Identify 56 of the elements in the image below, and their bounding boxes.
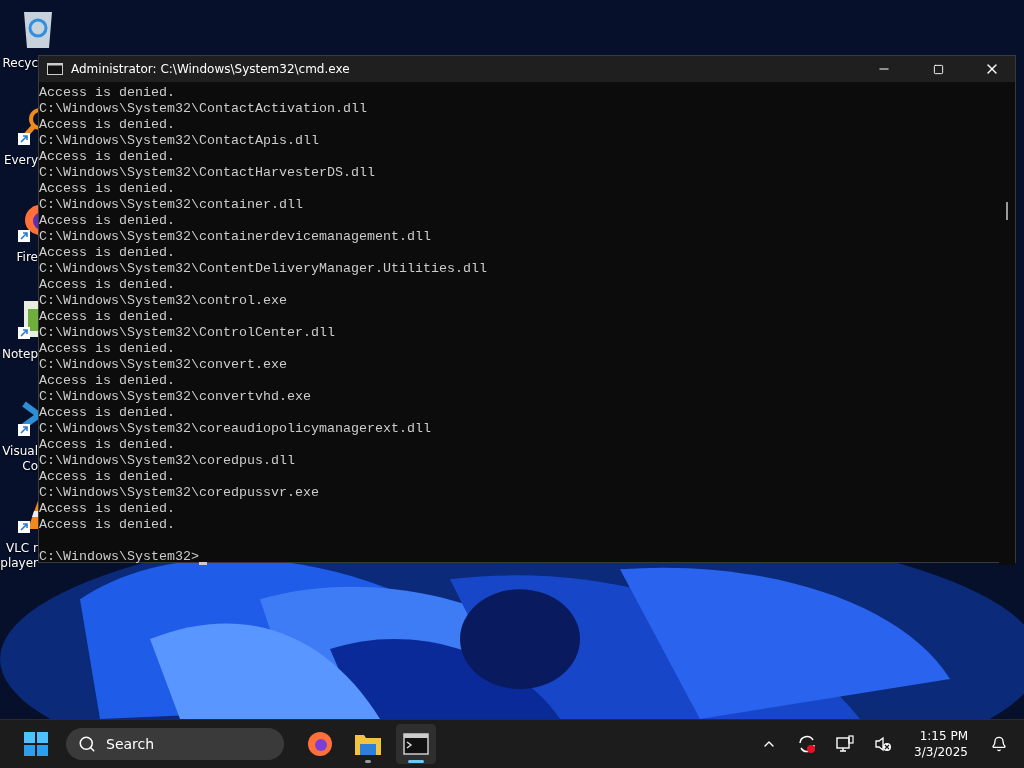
maximize-icon [932,63,944,75]
folder-icon [354,732,382,756]
clock-time: 1:15 PM [919,728,968,744]
console-line: Access is denied. [39,373,176,389]
console-line: Access is denied. [39,245,176,261]
console-line: Access is denied. [39,469,176,485]
console-line: C:\Windows\System32\containerdevicemanagement.dll [39,229,432,245]
console-line: C:\Windows\System32\convert.exe [39,357,288,373]
console-line: Access is denied. [39,277,176,293]
console-line: C:\Windows\System32\ContactApis.dll [39,133,320,149]
console-line: C:\Windows\System32\ControlCenter.dll [39,325,336,341]
console-line: Access is denied. [39,85,176,101]
command-prompt: C:\Windows\System32> [39,549,199,565]
console-line: C:\Windows\System32\coreaudiopolicymanagerext.dll [39,421,432,437]
search-icon [78,735,96,753]
console-line: C:\Windows\System32\ContactHarvesterDS.dll [39,165,376,181]
console-line: Access is denied. [39,149,176,165]
desktop-icon-label: Recyc [1,56,38,71]
console-line: C:\Windows\System32\convertvhd.exe [39,389,312,405]
console-line: Access is denied. [39,405,176,421]
console-line: Access is denied. [39,437,176,453]
console-line: C:\Windows\System32\control.exe [39,293,288,309]
fox-globe-icon [307,731,333,757]
text-cursor [198,562,207,565]
desktop-icon-label: Fire [15,250,38,265]
desktop-icon-label: VLC r [4,541,38,556]
clock-date: 3/3/2025 [914,744,968,760]
console-app-icon [47,63,63,75]
desktop-icon-label: Visual [1,444,38,459]
taskbar-app-button[interactable] [396,724,436,764]
terminal-icon [403,733,429,755]
console-line: Access is denied. [39,309,176,325]
monitor-icon [835,734,856,754]
desktop-icon-label: Every [2,153,38,168]
desktop-icon-label: player [0,556,38,571]
console-line: C:\Windows\System32\ContentDeliveryManager.Utilities.dll [39,261,488,277]
bell-icon [991,736,1007,752]
search-button[interactable]: Search [66,728,284,760]
desktop-icon-label: Co [21,459,38,474]
running-indicator [408,760,424,763]
console-line: Access is denied. [39,517,176,533]
running-indicator [365,760,371,763]
console-line: C:\Windows\System32\container.dll [39,197,304,213]
scrollbar-thumb[interactable] [1006,202,1008,220]
console-line: C:\Windows\System32\coredpussvr.exe [39,485,320,501]
console-line: C:\Windows\System32\ContactActivation.dll [39,101,368,117]
console-line: Access is denied. [39,213,176,229]
console-line: Access is denied. [39,341,176,357]
window-title: Administrator: C:\Windows\System32\cmd.exe [71,62,351,76]
console-line: Access is denied. [39,181,176,197]
console-line: C:\Windows\System32\coredpus.dll [39,453,296,469]
speaker-muted-icon [873,734,894,754]
desktop-icon-label: Notep [0,347,38,362]
sync-alert-icon [797,734,818,754]
console-line: Access is denied. [39,117,176,133]
console-line: Access is denied. [39,501,176,517]
